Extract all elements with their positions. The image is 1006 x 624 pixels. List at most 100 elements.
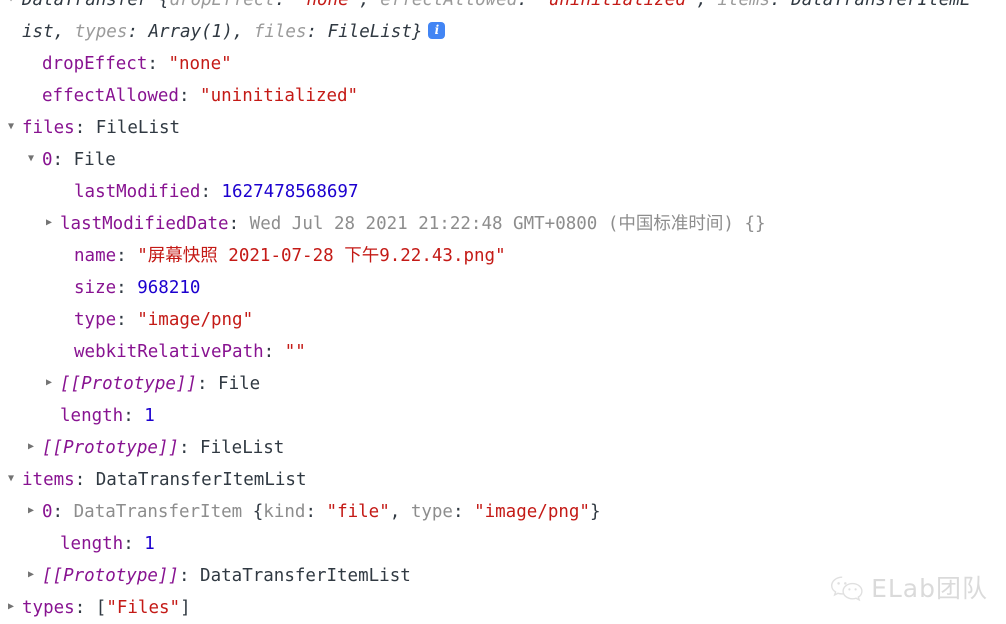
token: "image/png" xyxy=(474,502,590,522)
token: ] xyxy=(180,598,191,618)
console-row[interactable]: length: 1 xyxy=(0,400,1006,432)
token: : xyxy=(123,406,145,426)
chevron-right-icon[interactable] xyxy=(28,496,42,527)
token: files xyxy=(22,118,75,138)
token: FileList xyxy=(95,118,181,138)
console-row[interactable]: ist, types: Array(1), files: FileList} i xyxy=(0,16,1006,48)
token: DataTransferItemList xyxy=(200,566,411,586)
token: 0 xyxy=(42,150,53,170)
token: [ xyxy=(95,598,107,618)
chevron-right-icon[interactable] xyxy=(28,560,42,591)
token: effectAllowed xyxy=(380,0,518,10)
token: files xyxy=(253,22,307,42)
token: webkitRelativePath xyxy=(74,342,264,362)
token: , xyxy=(232,22,254,42)
token: : xyxy=(127,22,149,42)
token: dropEffect xyxy=(42,54,148,74)
token: "uninitialized" xyxy=(538,0,697,10)
console-row[interactable]: [[Prototype]]: File xyxy=(0,368,1006,400)
console-row[interactable]: effectAllowed: "uninitialized" xyxy=(0,80,1006,112)
token: : xyxy=(147,54,169,74)
token: Wed Jul 28 2021 21:22:48 GMT+0800 (中国标准时… xyxy=(249,214,766,234)
token: FileList} xyxy=(327,22,423,42)
token: "Files" xyxy=(106,598,181,618)
token: FileList xyxy=(200,438,285,458)
token: kind xyxy=(263,502,306,522)
console-row[interactable]: files: FileList xyxy=(0,112,1006,144)
console-row[interactable]: type: "image/png" xyxy=(0,304,1006,336)
watermark: ELab团队 xyxy=(830,575,988,602)
token: DataTransferItemL xyxy=(791,0,971,10)
chevron-right-icon[interactable] xyxy=(8,592,22,623)
token: File xyxy=(73,150,116,170)
token: DataTransfer xyxy=(22,0,149,10)
token: [[Prototype]] xyxy=(60,374,197,394)
token: : xyxy=(200,182,222,202)
console-row[interactable]: lastModifiedDate: Wed Jul 28 2021 21:22:… xyxy=(0,208,1006,240)
token: types xyxy=(22,598,75,618)
token: types xyxy=(74,22,128,42)
console-row[interactable]: length: 1 xyxy=(0,528,1006,560)
console-row[interactable]: size: 968210 xyxy=(0,272,1006,304)
token: : xyxy=(178,566,201,586)
token: "image/png" xyxy=(137,310,254,330)
token: name xyxy=(74,246,117,266)
wechat-icon xyxy=(830,575,864,602)
token: File xyxy=(218,374,261,394)
token: lastModifiedDate xyxy=(60,214,229,234)
chevron-right-icon[interactable] xyxy=(46,368,60,399)
chevron-down-icon[interactable] xyxy=(8,0,22,15)
token: : xyxy=(116,246,138,266)
token: : xyxy=(74,118,96,138)
token: dropEffect xyxy=(169,0,275,10)
token: 1 xyxy=(144,534,155,554)
token: DataTransferItemList xyxy=(95,470,307,490)
console-row[interactable]: webkitRelativePath: "" xyxy=(0,336,1006,368)
console-row[interactable]: items: DataTransferItemList xyxy=(0,464,1006,496)
token: : xyxy=(517,0,539,10)
token: : xyxy=(263,342,285,362)
chevron-down-icon[interactable] xyxy=(28,144,42,175)
token: items xyxy=(22,470,75,490)
token: 968210 xyxy=(137,278,201,298)
console-object-tree[interactable]: DataTransfer { dropEffect: "none", effect… xyxy=(0,0,1006,624)
token: length xyxy=(60,406,124,426)
token: : xyxy=(452,502,475,522)
token: : xyxy=(305,502,327,522)
info-badge-icon[interactable]: i xyxy=(428,21,446,39)
token: : xyxy=(178,86,201,106)
token: type xyxy=(410,502,453,522)
token: "屏幕快照 2021-07-28 下午9.22.43.png" xyxy=(137,246,506,266)
token: : xyxy=(116,278,138,298)
token: : xyxy=(52,502,74,522)
token: , xyxy=(389,502,411,522)
console-row[interactable]: DataTransfer {dropEffect: "none", effect… xyxy=(0,0,1006,16)
token: : xyxy=(274,0,296,10)
token: [[Prototype]] xyxy=(42,438,179,458)
token: type xyxy=(74,310,117,330)
chevron-down-icon[interactable] xyxy=(8,464,22,495)
token: "" xyxy=(284,342,306,362)
console-row[interactable]: 0: File xyxy=(0,144,1006,176)
token: 0 xyxy=(42,502,53,522)
token: : xyxy=(123,534,145,554)
console-row[interactable]: [[Prototype]]: FileList xyxy=(0,432,1006,464)
chevron-right-icon[interactable] xyxy=(28,432,42,463)
token: { xyxy=(252,502,264,522)
token: : xyxy=(228,214,250,234)
watermark-label: ELab团队 xyxy=(871,574,988,603)
console-row[interactable]: lastModified: 1627478568697 xyxy=(0,176,1006,208)
token: , xyxy=(359,0,381,10)
token: "none" xyxy=(168,54,232,74)
token: , xyxy=(696,0,718,10)
token: lastModified xyxy=(74,182,201,202)
console-row[interactable]: name: "屏幕快照 2021-07-28 下午9.22.43.png" xyxy=(0,240,1006,272)
token: : xyxy=(116,310,138,330)
token: effectAllowed xyxy=(42,86,179,106)
console-row[interactable]: dropEffect: "none" xyxy=(0,48,1006,80)
token: ist, xyxy=(22,22,75,42)
chevron-right-icon[interactable] xyxy=(46,208,60,239)
token: items xyxy=(717,0,771,10)
console-row[interactable]: 0: DataTransferItem {kind: "file", type:… xyxy=(0,496,1006,528)
chevron-down-icon[interactable] xyxy=(8,112,22,143)
